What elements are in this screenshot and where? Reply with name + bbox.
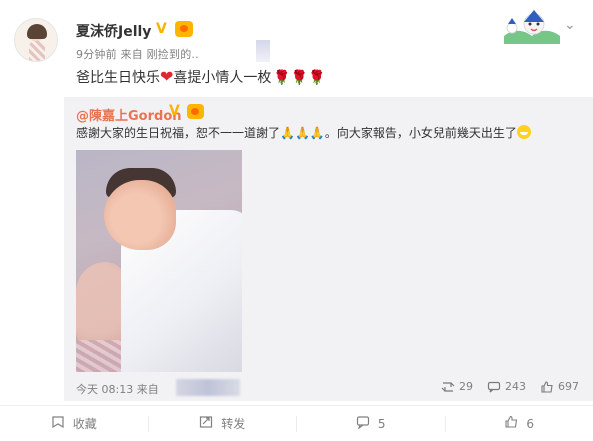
comment-button[interactable]: 5 bbox=[297, 415, 445, 433]
repost-box[interactable]: @陳嘉上Gordon V 感謝大家的生日祝福，恕不一一道謝了🙏🙏🙏。向大家報告，… bbox=[64, 97, 593, 401]
repost-photo[interactable] bbox=[76, 150, 242, 372]
author-name[interactable]: 夏沫侨Jelly bbox=[76, 21, 151, 41]
pray-emoji: 🙏🙏🙏 bbox=[280, 126, 325, 140]
repost-author[interactable]: @陳嘉上Gordon bbox=[76, 105, 182, 124]
repost-verified-badge-icon: V bbox=[169, 103, 180, 119]
repost-time: 今天 08:13 来自 bbox=[76, 383, 159, 396]
blurred-source-app bbox=[176, 379, 240, 396]
like-stat[interactable]: 697 bbox=[540, 380, 579, 393]
repost-member-level-icon bbox=[187, 104, 204, 119]
verified-badge-icon: V bbox=[156, 21, 167, 37]
like-count: 697 bbox=[558, 380, 579, 393]
grin-emoji-icon bbox=[516, 125, 531, 139]
post-action-bar: 收藏 转发 5 6 bbox=[0, 406, 593, 441]
repost-icon bbox=[441, 381, 455, 393]
comment-count: 243 bbox=[505, 380, 526, 393]
favorite-label: 收藏 bbox=[72, 417, 97, 431]
favorite-button[interactable]: 收藏 bbox=[0, 415, 148, 433]
repost-text: 感謝大家的生日祝福，恕不一一道謝了🙏🙏🙏。向大家報告，小女兒前幾天出生了 bbox=[76, 124, 531, 141]
heart-emoji: ❤ bbox=[160, 67, 174, 86]
author-avatar[interactable] bbox=[14, 18, 58, 62]
photo-hand bbox=[76, 262, 126, 352]
comment-icon bbox=[356, 415, 370, 433]
repost-label: 转发 bbox=[221, 417, 246, 431]
like-label: 6 bbox=[526, 416, 535, 431]
repost-icon bbox=[199, 415, 213, 433]
repost-text-part2: 。向大家報告，小女兒前幾天出生了 bbox=[324, 126, 517, 140]
post-text-part2: 喜提小情人一枚 bbox=[173, 70, 272, 86]
repost-stat[interactable]: 29 bbox=[441, 380, 473, 393]
rose-emoji: 🌹🌹🌹 bbox=[273, 70, 326, 86]
blurred-source-link bbox=[256, 40, 270, 62]
post-text-part1: 爸比生日快乐 bbox=[76, 70, 160, 86]
post-text: 爸比生日快乐❤喜提小情人一枚 🌹🌹🌹 bbox=[76, 67, 326, 87]
comment-stat[interactable]: 243 bbox=[487, 380, 526, 393]
comment-icon bbox=[487, 381, 501, 393]
like-icon bbox=[504, 415, 518, 433]
photo-face bbox=[104, 180, 176, 250]
repost-count: 29 bbox=[459, 380, 473, 393]
repost-button[interactable]: 转发 bbox=[149, 415, 297, 433]
like-button[interactable]: 6 bbox=[446, 415, 593, 433]
favorite-icon bbox=[51, 415, 65, 433]
post-meta: 9分钟前 来自 刚捡到的.. bbox=[76, 48, 199, 61]
decorative-mascot-icon bbox=[504, 10, 560, 44]
post-menu-chevron-down-icon[interactable]: ⌄ bbox=[564, 17, 576, 33]
like-icon bbox=[540, 380, 554, 393]
repost-stats: 29 243 697 bbox=[441, 380, 579, 393]
member-level-icon bbox=[175, 21, 193, 37]
repost-text-part1: 感謝大家的生日祝福，恕不一一道謝了 bbox=[76, 126, 281, 140]
comment-label: 5 bbox=[377, 416, 386, 431]
